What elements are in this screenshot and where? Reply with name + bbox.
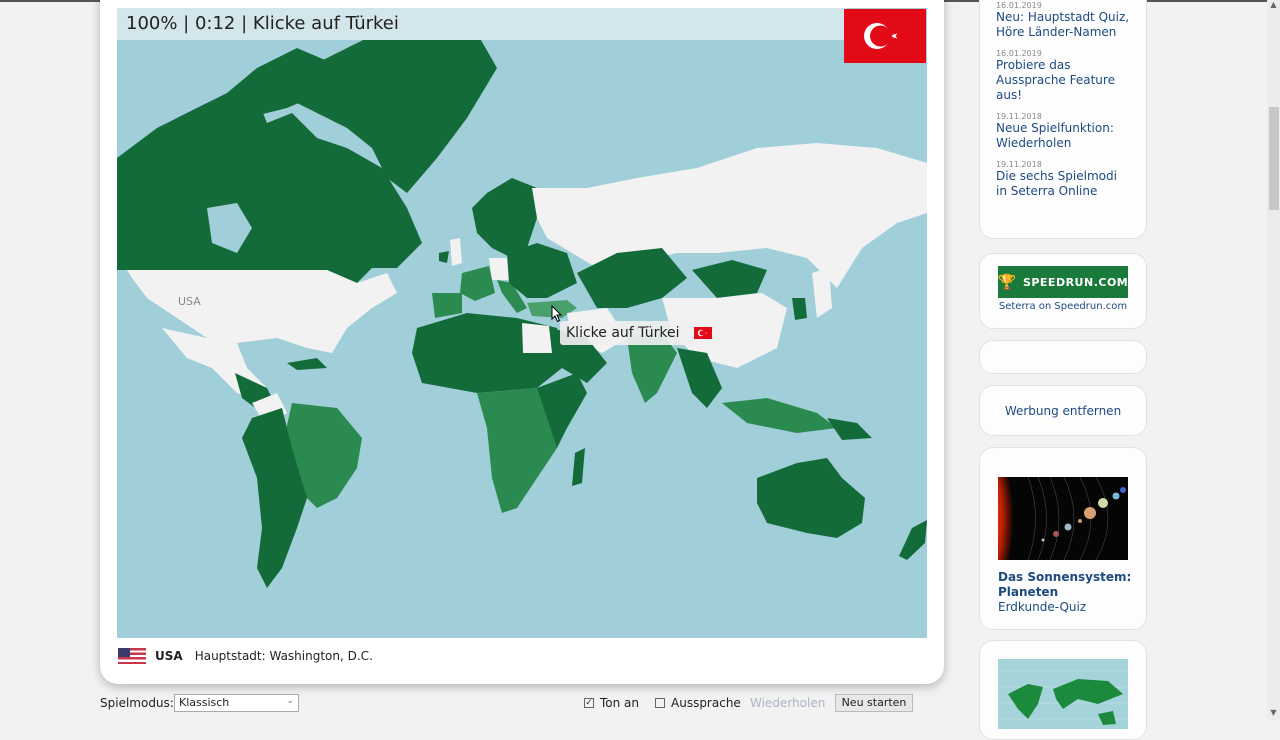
speedrun-logo-text: SPEEDRUN.COM — [1022, 275, 1129, 289]
speedrun-card[interactable]: 🏆 SPEEDRUN.COM Seterra on Speedrun.com — [979, 253, 1147, 329]
speedrun-link[interactable]: Seterra on Speedrun.com — [980, 301, 1146, 312]
country-japan[interactable] — [812, 268, 832, 318]
sound-label: Ton an — [600, 696, 640, 710]
country-indonesia[interactable] — [722, 398, 837, 433]
checkbox-checked-icon[interactable]: ✓ — [584, 698, 594, 708]
game-mode-label: Spielmodus: — [100, 696, 174, 710]
country-germany[interactable] — [489, 258, 509, 280]
world-map[interactable]: 100% | 0:12 | Klicke auf Türkei USA Klic… — [117, 8, 927, 638]
country-madagascar[interactable] — [572, 448, 585, 486]
trophy-icon: 🏆 — [997, 273, 1017, 291]
world-map-thumbnail[interactable] — [998, 659, 1128, 729]
sound-checkbox[interactable]: ✓ Ton an — [584, 696, 639, 710]
news-card: 16.01.2019 Neu: Hauptstadt Quiz, Höre Lä… — [979, 0, 1147, 239]
checkbox-unchecked-icon[interactable] — [655, 698, 665, 708]
mouse-cursor-icon — [551, 304, 563, 327]
turkey-flag-icon — [844, 9, 926, 63]
map-svg[interactable] — [117, 8, 927, 638]
last-answer-country: USA — [155, 649, 183, 663]
news-date: 19.11.2018 — [996, 112, 1042, 121]
promo-title-line: Das Sonnensystem: — [998, 570, 1132, 584]
turkey-flag-small-icon — [693, 327, 712, 339]
country-new-zealand[interactable] — [899, 520, 927, 560]
remove-ads-link[interactable]: Werbung entfernen — [1005, 404, 1121, 418]
country-ireland[interactable] — [439, 251, 449, 263]
country-cuba[interactable] — [287, 358, 327, 370]
country-scandinavia[interactable] — [472, 178, 537, 258]
speedrun-logo[interactable]: 🏆 SPEEDRUN.COM — [998, 266, 1128, 298]
promo-subtitle: Erdkunde-Quiz — [998, 600, 1087, 614]
usa-flag-icon — [118, 648, 146, 664]
last-answer-capital: Hauptstadt: Washington, D.C. — [194, 649, 373, 663]
pronunciation-checkbox[interactable]: Aussprache — [655, 696, 741, 710]
last-answer-info: USA Hauptstadt: Washington, D.C. — [118, 648, 373, 664]
news-title-link[interactable]: Probiere das Aussprache Feature aus! — [996, 58, 1130, 103]
repeat-button[interactable]: Wiederholen — [750, 696, 825, 710]
country-uk[interactable] — [450, 238, 462, 266]
country-papua[interactable] — [827, 418, 872, 440]
map-label-usa: USA — [178, 295, 201, 308]
tooltip-text: Klicke auf Türkei — [566, 325, 680, 341]
country-korea[interactable] — [792, 298, 807, 320]
promo-card-solar-system[interactable]: Das Sonnensystem: Planeten Erdkunde-Quiz — [979, 447, 1147, 630]
game-controls: Spielmodus: Klassisch ⌄ ✓ Ton an Ausspra… — [0, 694, 944, 714]
hover-tooltip: Klicke auf Türkei — [560, 321, 718, 345]
scrollbar-thumb[interactable] — [1269, 107, 1279, 210]
country-iberia[interactable] — [432, 293, 462, 318]
empty-card — [979, 340, 1147, 374]
page-scrollbar[interactable]: ▲ ▼ — [1267, 0, 1280, 720]
news-item[interactable]: 19.11.2018 Neue Spielfunktion: Wiederhol… — [996, 112, 1130, 151]
remove-ads-card[interactable]: Werbung entfernen — [979, 385, 1147, 436]
chevron-down-icon: ⌄ — [286, 696, 294, 706]
scroll-up-icon[interactable]: ▲ — [1267, 0, 1280, 12]
news-date: 16.01.2019 — [996, 1, 1042, 10]
news-title-link[interactable]: Neue Spielfunktion: Wiederholen — [996, 121, 1130, 151]
restart-button[interactable]: Neu starten — [835, 694, 913, 712]
country-australia[interactable] — [757, 458, 865, 538]
pronunciation-label: Aussprache — [671, 696, 741, 710]
news-item[interactable]: 16.01.2019 Neu: Hauptstadt Quiz, Höre Lä… — [996, 1, 1130, 40]
country-mongolia[interactable] — [692, 260, 767, 298]
news-item[interactable]: 16.01.2019 Probiere das Aussprache Featu… — [996, 49, 1130, 103]
solar-system-image[interactable] — [998, 477, 1128, 560]
news-date: 19.11.2018 — [996, 160, 1042, 169]
news-title-link[interactable]: Die sechs Spielmodi in Seterra Online — [996, 169, 1130, 199]
promo-title-line: Planeten — [998, 585, 1059, 599]
country-egypt[interactable] — [522, 323, 552, 353]
news-title-link[interactable]: Neu: Hauptstadt Quiz, Höre Länder-Namen — [996, 10, 1130, 40]
country-france[interactable] — [460, 266, 495, 301]
game-mode-value: Klassisch — [179, 696, 230, 709]
game-mode-select[interactable]: Klassisch ⌄ — [174, 694, 299, 712]
news-date: 16.01.2019 — [996, 49, 1042, 58]
promo-title-link[interactable]: Das Sonnensystem: Planeten Erdkunde-Quiz — [998, 570, 1131, 615]
news-item[interactable]: 19.11.2018 Die sechs Spielmodi in Seterr… — [996, 160, 1130, 199]
game-status-bar: 100% | 0:12 | Klicke auf Türkei — [117, 8, 847, 40]
promo-card-world-map[interactable] — [979, 640, 1147, 740]
country-eastern-europe[interactable] — [507, 243, 577, 298]
scroll-down-icon[interactable]: ▼ — [1267, 708, 1280, 720]
